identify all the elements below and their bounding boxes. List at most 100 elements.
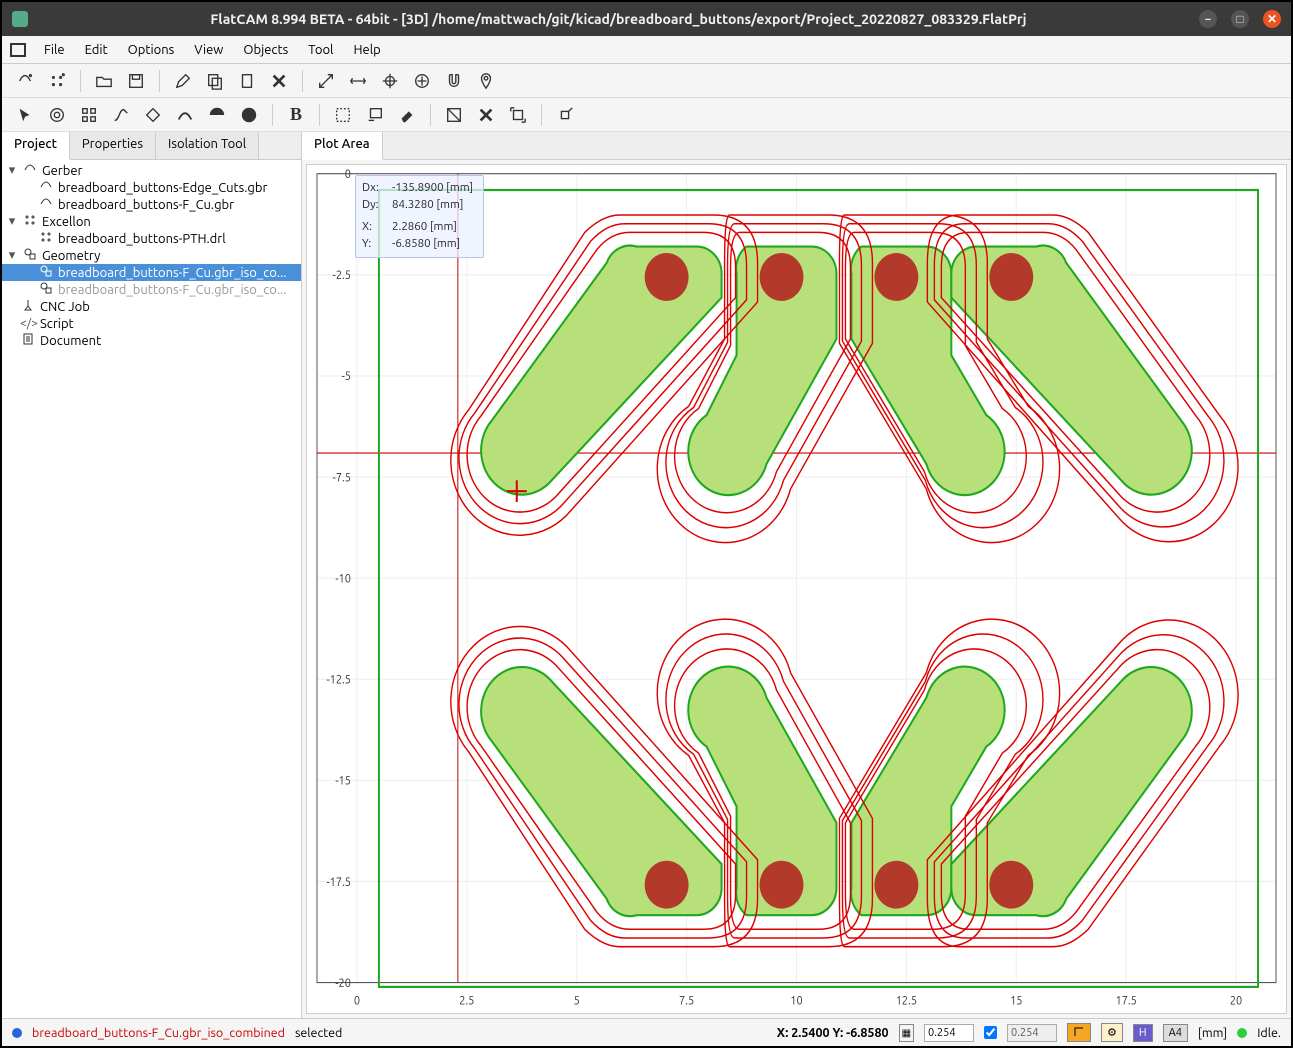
tree-cncjob[interactable]: CNC Job xyxy=(2,298,301,315)
paint-icon[interactable] xyxy=(362,102,388,128)
status-xy: X: 2.5400 Y: -6.8580 xyxy=(777,1026,889,1040)
menu-objects[interactable]: Objects xyxy=(233,39,298,61)
select-icon[interactable] xyxy=(12,102,38,128)
menu-view[interactable]: View xyxy=(184,39,233,61)
move-icon[interactable] xyxy=(552,102,578,128)
idle-led-icon xyxy=(1237,1028,1247,1038)
geometry-icon xyxy=(38,264,54,281)
menu-file[interactable]: File xyxy=(34,39,75,61)
app-icon xyxy=(12,11,28,27)
close-button[interactable]: ✕ xyxy=(1263,10,1281,28)
distance-icon[interactable] xyxy=(313,68,339,94)
toolbar-2: B xyxy=(2,98,1291,132)
circle-tool-icon[interactable] xyxy=(44,102,70,128)
status-snap-checkbox[interactable] xyxy=(984,1026,997,1039)
status-selected-name: breadboard_buttons-F_Cu.gbr_iso_combined xyxy=(32,1026,285,1040)
menu-tool[interactable]: Tool xyxy=(298,39,343,61)
plot-svg: 0 2.5 5 7.5 10 12.5 15 17.5 20 0 -2.5 -5… xyxy=(307,165,1286,1013)
disc-icon[interactable] xyxy=(236,102,262,128)
left-panel: Project Properties Isolation Tool ▾Gerbe… xyxy=(2,132,302,1018)
geometry-icon xyxy=(38,281,54,298)
region-tool-icon[interactable] xyxy=(140,102,166,128)
cnc-icon xyxy=(20,298,36,315)
path-tool-icon[interactable] xyxy=(108,102,134,128)
buffer-icon[interactable] xyxy=(330,102,356,128)
status-selected-suffix: selected xyxy=(295,1026,342,1040)
status-grid-input[interactable] xyxy=(924,1024,974,1042)
tab-isolation[interactable]: Isolation Tool xyxy=(156,132,259,159)
maximize-button[interactable]: □ xyxy=(1231,10,1249,28)
status-bar: breadboard_buttons-F_Cu.gbr_iso_combined… xyxy=(2,1018,1291,1046)
menu-bar: File Edit Options View Objects Tool Help xyxy=(2,36,1291,64)
grid-icon[interactable]: ▦ xyxy=(899,1024,914,1042)
tree-excellon[interactable]: ▾Excellon xyxy=(2,213,301,230)
tree-item-selected[interactable]: breadboard_buttons-F_Cu.gbr_iso_co... xyxy=(2,264,301,281)
tree-gerber[interactable]: ▾Gerber xyxy=(2,162,301,179)
minimize-button[interactable]: − xyxy=(1199,10,1217,28)
selection-led-icon xyxy=(12,1028,22,1038)
delete-sel-icon[interactable] xyxy=(473,102,499,128)
menu-help[interactable]: Help xyxy=(343,39,390,61)
delete-icon[interactable] xyxy=(266,68,292,94)
svg-text:5: 5 xyxy=(574,994,580,1008)
bold-icon[interactable]: B xyxy=(283,102,309,128)
magnet-icon[interactable] xyxy=(441,68,467,94)
app-menu-icon[interactable] xyxy=(10,43,26,57)
svg-text:-17.5: -17.5 xyxy=(327,875,351,889)
distance-min-icon[interactable] xyxy=(345,68,371,94)
svg-text:-7.5: -7.5 xyxy=(333,471,351,485)
array-tool-icon[interactable] xyxy=(76,102,102,128)
cut-icon[interactable] xyxy=(441,102,467,128)
status-paper[interactable]: A4 xyxy=(1163,1024,1188,1042)
transform-icon[interactable] xyxy=(505,102,531,128)
project-tree[interactable]: ▾Gerber breadboard_buttons-Edge_Cuts.gbr… xyxy=(2,160,301,349)
svg-text:12.5: 12.5 xyxy=(896,994,917,1008)
tree-geometry[interactable]: ▾Geometry xyxy=(2,247,301,264)
tree-item[interactable]: breadboard_buttons-F_Cu.gbr xyxy=(2,196,301,213)
document-icon xyxy=(20,332,36,349)
tab-project[interactable]: Project xyxy=(2,132,70,160)
right-panel: Plot Area Dx:-135.8900 [mm] Dy:84.3280 [… xyxy=(302,132,1291,1018)
new-excellon-icon[interactable] xyxy=(44,68,70,94)
svg-text:7.5: 7.5 xyxy=(679,994,694,1008)
excellon-icon xyxy=(22,213,38,230)
status-pill-axis[interactable] xyxy=(1067,1023,1091,1042)
tree-script[interactable]: </>Script xyxy=(2,315,301,332)
locate-icon[interactable] xyxy=(473,68,499,94)
tree-item[interactable]: breadboard_buttons-F_Cu.gbr_iso_co... xyxy=(2,281,301,298)
save-icon[interactable] xyxy=(123,68,149,94)
svg-text:17.5: 17.5 xyxy=(1116,994,1137,1008)
excellon-icon xyxy=(38,230,54,247)
origin-icon[interactable] xyxy=(377,68,403,94)
left-panel-tabs: Project Properties Isolation Tool xyxy=(2,132,301,160)
script-icon: </> xyxy=(20,317,36,330)
svg-text:-12.5: -12.5 xyxy=(327,673,351,687)
tree-item[interactable]: breadboard_buttons-PTH.drl xyxy=(2,230,301,247)
paste-icon[interactable] xyxy=(234,68,260,94)
plot-canvas[interactable]: Dx:-135.8900 [mm] Dy:84.3280 [mm] X:2.28… xyxy=(306,164,1287,1014)
svg-text:0: 0 xyxy=(354,994,360,1008)
status-pill-pref[interactable]: ⚙ xyxy=(1101,1023,1123,1042)
open-icon[interactable] xyxy=(91,68,117,94)
eraser-icon[interactable] xyxy=(394,102,420,128)
gerber-icon xyxy=(22,162,38,179)
new-gerber-icon[interactable] xyxy=(12,68,38,94)
semidisc-icon[interactable] xyxy=(204,102,230,128)
menu-options[interactable]: Options xyxy=(118,39,185,61)
gerber-icon xyxy=(38,196,54,213)
track-tool-icon[interactable] xyxy=(172,102,198,128)
svg-text:-20: -20 xyxy=(335,976,351,990)
status-snap-input[interactable] xyxy=(1007,1024,1057,1042)
tab-properties[interactable]: Properties xyxy=(70,132,156,159)
svg-text:-2.5: -2.5 xyxy=(333,269,351,283)
tree-document[interactable]: Document xyxy=(2,332,301,349)
copy-icon[interactable] xyxy=(202,68,228,94)
tab-plot-area[interactable]: Plot Area xyxy=(302,132,383,160)
tree-item[interactable]: breadboard_buttons-Edge_Cuts.gbr xyxy=(2,179,301,196)
menu-edit[interactable]: Edit xyxy=(75,39,118,61)
jump-icon[interactable] xyxy=(409,68,435,94)
window-title: FlatCAM 8.994 BETA - 64bit - [3D] /home/… xyxy=(38,11,1199,27)
window-titlebar: FlatCAM 8.994 BETA - 64bit - [3D] /home/… xyxy=(2,2,1291,36)
edit-icon[interactable] xyxy=(170,68,196,94)
status-pill-hud[interactable]: H xyxy=(1133,1024,1153,1042)
